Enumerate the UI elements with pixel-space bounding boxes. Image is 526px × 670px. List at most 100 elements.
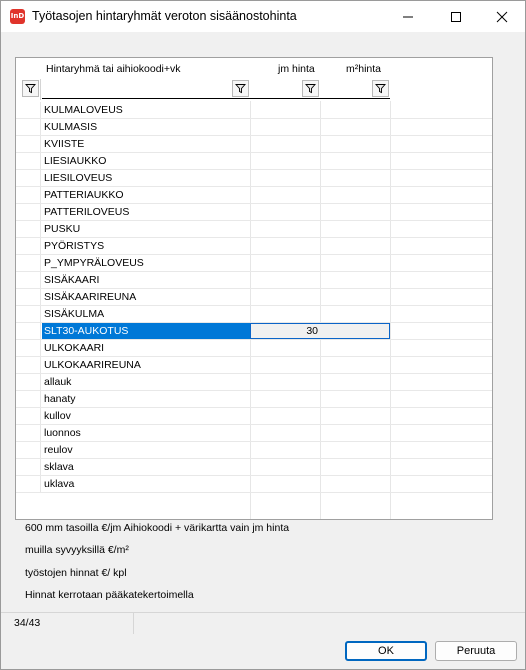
row-header-cell[interactable] bbox=[19, 255, 41, 271]
row-header-cell[interactable] bbox=[19, 442, 41, 458]
table-row[interactable]: LIESIAUKKO bbox=[16, 153, 492, 170]
cell-price-group[interactable]: SISÄKAARI bbox=[42, 272, 250, 288]
table-row[interactable]: KULMASIS bbox=[16, 119, 492, 136]
filter-button-price-group[interactable] bbox=[232, 80, 249, 97]
cell-m2-price[interactable] bbox=[320, 425, 390, 441]
filter-input-price-group[interactable] bbox=[42, 98, 250, 99]
cell-m2-price[interactable] bbox=[320, 272, 390, 288]
cell-jm-price[interactable]: 30 bbox=[250, 323, 320, 339]
cell-m2-price[interactable] bbox=[320, 255, 390, 271]
cell-price-group[interactable]: PYÖRISTYS bbox=[42, 238, 250, 254]
table-row[interactable]: kullov bbox=[16, 408, 492, 425]
table-row[interactable]: sklava bbox=[16, 459, 492, 476]
cell-m2-price[interactable] bbox=[320, 374, 390, 390]
cell-price-group[interactable]: SLT30-AUKOTUS bbox=[42, 323, 250, 339]
cell-jm-price[interactable] bbox=[250, 102, 320, 118]
cell-m2-price[interactable] bbox=[320, 136, 390, 152]
cell-jm-price[interactable] bbox=[250, 408, 320, 424]
row-header-cell[interactable] bbox=[19, 153, 41, 169]
cell-price-group[interactable]: LIESIAUKKO bbox=[42, 153, 250, 169]
cell-jm-price[interactable] bbox=[250, 442, 320, 458]
row-header-cell[interactable] bbox=[19, 357, 41, 373]
row-filter-button[interactable] bbox=[22, 80, 39, 97]
cell-price-group[interactable]: P_YMPYRÄLOVEUS bbox=[42, 255, 250, 271]
table-row[interactable]: uklava bbox=[16, 476, 492, 493]
table-row[interactable]: PATTERILOVEUS bbox=[16, 204, 492, 221]
cell-jm-price[interactable] bbox=[250, 238, 320, 254]
cell-price-group[interactable]: allauk bbox=[42, 374, 250, 390]
cell-m2-price[interactable] bbox=[320, 306, 390, 322]
cell-m2-price[interactable] bbox=[320, 459, 390, 475]
row-header-cell[interactable] bbox=[19, 459, 41, 475]
price-group-grid[interactable]: Hintaryhmä tai aihiokoodi+vk jm hinta m²… bbox=[15, 57, 493, 520]
column-header-jm-price[interactable]: jm hinta bbox=[278, 63, 315, 75]
table-row[interactable]: SISÄKAARIREUNA bbox=[16, 289, 492, 306]
row-header-cell[interactable] bbox=[19, 391, 41, 407]
cell-m2-price[interactable] bbox=[320, 408, 390, 424]
row-header-cell[interactable] bbox=[19, 136, 41, 152]
cell-price-group[interactable]: kullov bbox=[42, 408, 250, 424]
cell-price-group[interactable]: SISÄKULMA bbox=[42, 306, 250, 322]
cell-m2-price[interactable] bbox=[320, 289, 390, 305]
close-button[interactable] bbox=[479, 1, 525, 32]
column-header-price-group[interactable]: Hintaryhmä tai aihiokoodi+vk bbox=[46, 63, 181, 75]
cell-m2-price[interactable] bbox=[320, 170, 390, 186]
cell-price-group[interactable]: PATTERIAUKKO bbox=[42, 187, 250, 203]
cell-jm-price[interactable] bbox=[250, 221, 320, 237]
row-header-cell[interactable] bbox=[19, 289, 41, 305]
cell-m2-price[interactable] bbox=[320, 119, 390, 135]
column-header-m2-price[interactable]: m²hinta bbox=[346, 63, 381, 75]
table-row[interactable]: ULKOKAARI bbox=[16, 340, 492, 357]
table-row[interactable]: ULKOKAARIREUNA bbox=[16, 357, 492, 374]
cell-m2-price[interactable] bbox=[320, 340, 390, 356]
cell-price-group[interactable]: LIESILOVEUS bbox=[42, 170, 250, 186]
table-row[interactable]: KVIISTE bbox=[16, 136, 492, 153]
row-header-cell[interactable] bbox=[19, 102, 41, 118]
cell-price-group[interactable]: reulov bbox=[42, 442, 250, 458]
cell-price-group[interactable]: PUSKU bbox=[42, 221, 250, 237]
cell-jm-price[interactable] bbox=[250, 289, 320, 305]
cell-m2-price[interactable] bbox=[320, 357, 390, 373]
cell-price-group[interactable]: PATTERILOVEUS bbox=[42, 204, 250, 220]
row-header-cell[interactable] bbox=[19, 408, 41, 424]
table-row[interactable]: SLT30-AUKOTUS 30 bbox=[16, 323, 492, 340]
cell-m2-price[interactable] bbox=[320, 102, 390, 118]
row-header-cell[interactable] bbox=[19, 425, 41, 441]
table-row[interactable]: luonnos bbox=[16, 425, 492, 442]
cell-price-group[interactable]: luonnos bbox=[42, 425, 250, 441]
cell-jm-price[interactable] bbox=[250, 187, 320, 203]
cell-price-group[interactable]: uklava bbox=[42, 476, 250, 492]
cell-price-group[interactable]: KULMASIS bbox=[42, 119, 250, 135]
table-row[interactable]: PATTERIAUKKO bbox=[16, 187, 492, 204]
cell-m2-price[interactable] bbox=[320, 187, 390, 203]
cell-m2-price[interactable] bbox=[320, 476, 390, 492]
cell-m2-price[interactable] bbox=[320, 238, 390, 254]
cell-m2-price[interactable] bbox=[320, 442, 390, 458]
row-header-cell[interactable] bbox=[19, 170, 41, 186]
filter-input-m2-price[interactable] bbox=[320, 98, 390, 99]
minimize-button[interactable] bbox=[385, 1, 431, 32]
cell-jm-price[interactable] bbox=[250, 170, 320, 186]
row-header-cell[interactable] bbox=[19, 374, 41, 390]
cell-jm-price[interactable] bbox=[250, 255, 320, 271]
cell-jm-price[interactable] bbox=[250, 459, 320, 475]
cell-jm-price[interactable] bbox=[250, 340, 320, 356]
row-header-cell[interactable] bbox=[19, 476, 41, 492]
cell-price-group[interactable]: KULMALOVEUS bbox=[42, 102, 250, 118]
cell-m2-price[interactable] bbox=[320, 391, 390, 407]
cell-m2-price[interactable] bbox=[320, 221, 390, 237]
row-header-cell[interactable] bbox=[19, 238, 41, 254]
row-header-cell[interactable] bbox=[19, 323, 41, 339]
cell-jm-price[interactable] bbox=[250, 476, 320, 492]
cell-jm-price[interactable] bbox=[250, 136, 320, 152]
cell-jm-price[interactable] bbox=[250, 119, 320, 135]
title-bar[interactable]: InD Työtasojen hintaryhmät veroton sisää… bbox=[1, 1, 525, 32]
cell-m2-price[interactable] bbox=[320, 323, 390, 339]
cell-price-group[interactable]: sklava bbox=[42, 459, 250, 475]
cell-jm-price[interactable] bbox=[250, 391, 320, 407]
cell-jm-price[interactable] bbox=[250, 306, 320, 322]
table-row[interactable]: PYÖRISTYS bbox=[16, 238, 492, 255]
filter-button-jm-price[interactable] bbox=[302, 80, 319, 97]
cell-jm-price[interactable] bbox=[250, 272, 320, 288]
row-header-cell[interactable] bbox=[19, 187, 41, 203]
